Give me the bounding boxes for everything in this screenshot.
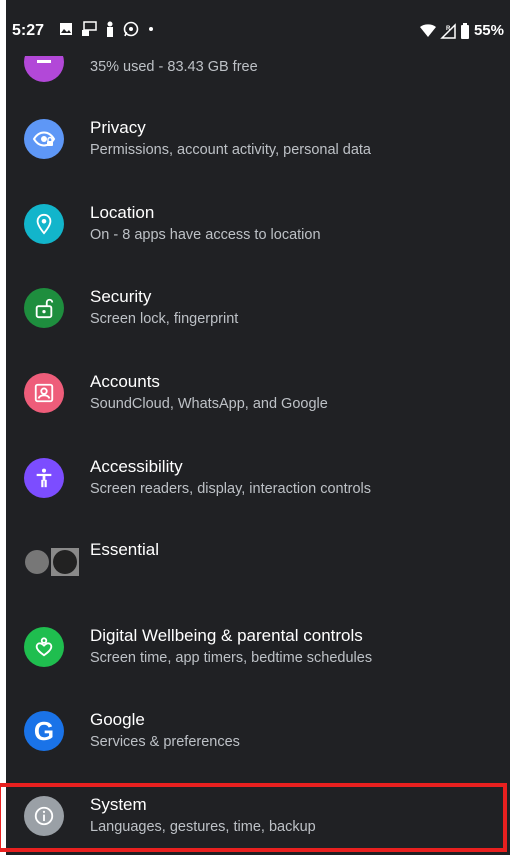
system-title: System	[90, 795, 147, 814]
settings-item-essential[interactable]: Essential	[6, 520, 510, 604]
svg-text:R: R	[446, 26, 451, 32]
privacy-subtitle: Permissions, account activity, personal …	[90, 142, 372, 158]
accessibility-subtitle: Screen readers, display, interaction con…	[90, 481, 372, 497]
cast-icon	[81, 21, 97, 37]
security-title: Security	[90, 287, 152, 306]
settings-item-accessibility[interactable]: Accessibility Screen readers, display, i…	[6, 436, 510, 520]
settings-screen: 35% used - 83.43 GB free Privacy Permiss…	[6, 0, 510, 855]
info-icon	[24, 796, 64, 836]
settings-item-security[interactable]: Security Screen lock, fingerprint	[6, 266, 510, 350]
security-subtitle: Screen lock, fingerprint	[90, 311, 239, 327]
privacy-title: Privacy	[90, 118, 146, 137]
person-icon	[105, 21, 115, 37]
dot-icon	[147, 25, 155, 33]
image-icon	[59, 22, 73, 36]
settings-item-system[interactable]: System Languages, gestures, time, backup	[6, 774, 510, 855]
digital-wellbeing-subtitle: Screen time, app timers, bedtime schedul…	[90, 650, 373, 666]
digital-wellbeing-title: Digital Wellbeing & parental controls	[90, 626, 363, 645]
accessibility-icon	[24, 458, 64, 498]
essential-logo-icon	[24, 546, 84, 578]
location-pin-icon	[24, 204, 64, 244]
location-title: Location	[90, 203, 155, 222]
accessibility-title: Accessibility	[90, 457, 183, 476]
whatsapp-icon	[123, 21, 139, 37]
accounts-title: Accounts	[90, 372, 160, 391]
battery-icon	[460, 22, 470, 39]
wellbeing-heart-icon	[24, 627, 64, 667]
status-time: 5:27	[12, 22, 45, 39]
signal-icon: R	[440, 22, 456, 39]
essential-title: Essential	[90, 540, 159, 559]
google-subtitle: Services & preferences	[90, 734, 240, 750]
settings-item-digital-wellbeing[interactable]: Digital Wellbeing & parental controls Sc…	[6, 605, 510, 689]
settings-item-google[interactable]: G Google Services & preferences	[6, 689, 510, 773]
system-subtitle: Languages, gestures, time, backup	[90, 819, 316, 835]
unlock-icon	[24, 288, 64, 328]
google-g-icon: G	[24, 711, 64, 751]
google-title: Google	[90, 710, 145, 729]
location-subtitle: On - 8 apps have access to location	[90, 227, 321, 243]
settings-item-location[interactable]: Location On - 8 apps have access to loca…	[6, 182, 510, 266]
battery-percent: 55%	[473, 22, 504, 39]
accounts-subtitle: SoundCloud, WhatsApp, and Google	[90, 396, 328, 412]
privacy-eye-icon	[24, 119, 64, 159]
status-bar: 5:27 R 55%	[6, 0, 510, 56]
account-box-icon	[24, 373, 64, 413]
settings-item-privacy[interactable]: Privacy Permissions, account activity, p…	[6, 97, 510, 181]
wifi-icon	[419, 23, 436, 38]
storage-subtitle: 35% used - 83.43 GB free	[90, 59, 258, 75]
settings-item-accounts[interactable]: Accounts SoundCloud, WhatsApp, and Googl…	[6, 351, 510, 435]
